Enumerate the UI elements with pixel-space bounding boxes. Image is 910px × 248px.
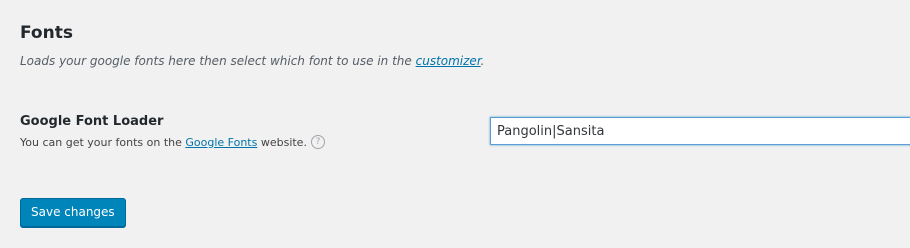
settings-page: Fonts Loads your google fonts here then … <box>0 0 910 248</box>
field-help-suffix: website. <box>257 136 307 149</box>
save-changes-button[interactable]: Save changes <box>20 198 126 227</box>
section-description: Loads your google fonts here then select… <box>20 52 484 70</box>
field-help-text: You can get your fonts on the Google Fon… <box>20 134 325 152</box>
section-description-end: . <box>480 54 485 68</box>
question-circle-icon[interactable]: ? <box>310 135 325 149</box>
section-title: Fonts <box>20 23 73 43</box>
google-font-loader-input[interactable] <box>490 117 910 145</box>
google-font-loader-label: Google Font Loader <box>20 114 164 129</box>
customizer-link[interactable]: customizer <box>416 54 481 68</box>
section-description-text: Loads your google fonts here then select… <box>20 54 416 68</box>
field-help-prefix: You can get your fonts on the <box>20 136 186 149</box>
google-fonts-link[interactable]: Google Fonts <box>185 136 257 149</box>
